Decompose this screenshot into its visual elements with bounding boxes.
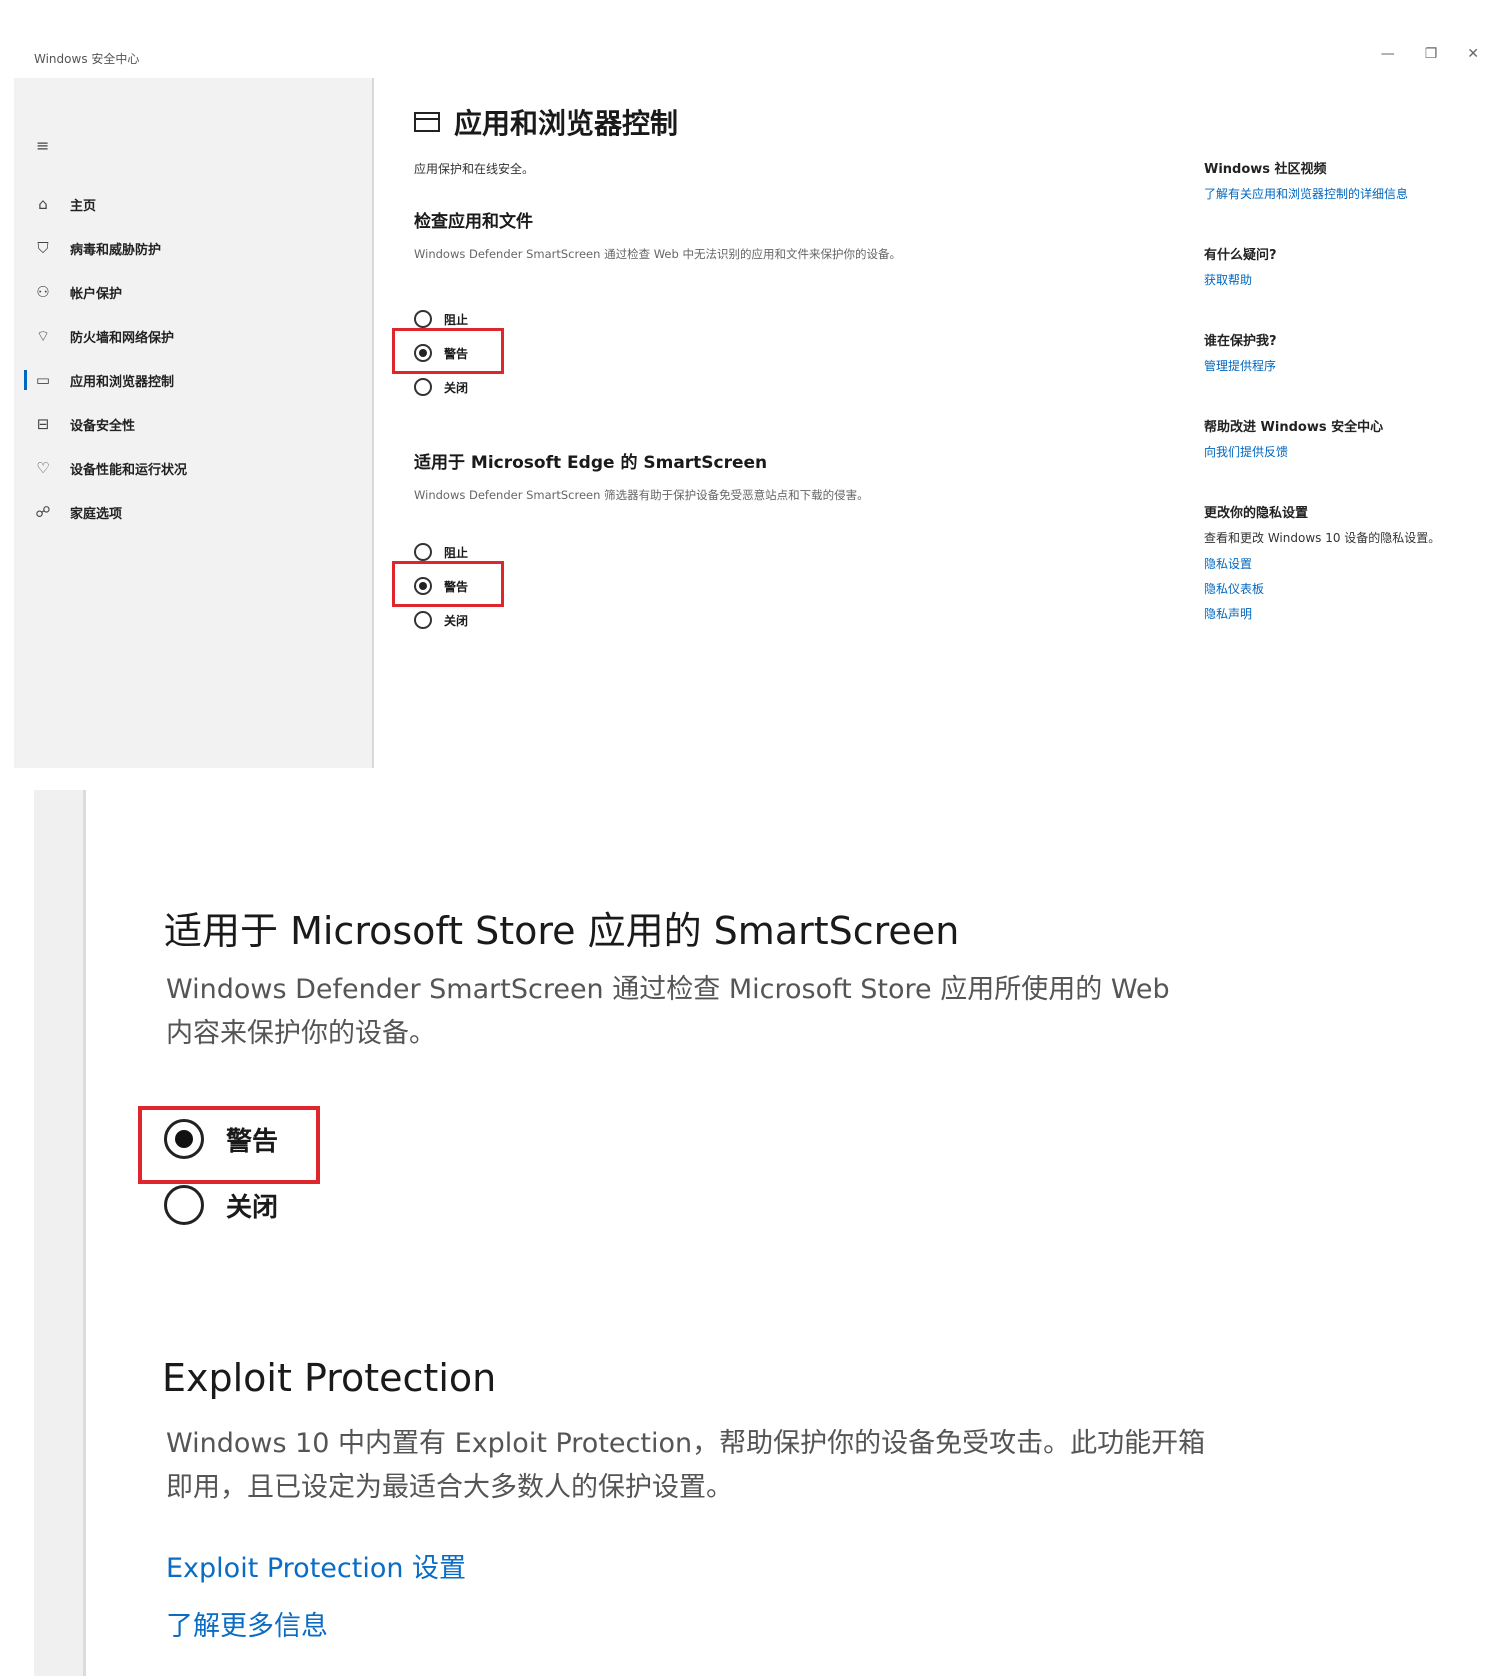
security-center-window: Windows 安全中心 — ❐ ✕ ≡ ⌂ 主页 ⛉ 病毒和威胁防护 ⚇ 帐户…	[0, 0, 1499, 770]
radio-group: 阻止 警告 关闭	[392, 302, 1194, 404]
exploit-protection-heading: Exploit Protection	[162, 1356, 497, 1400]
page-title: 应用和浏览器控制	[454, 107, 679, 140]
sidebar-item-virus-protection[interactable]: ⛉ 病毒和威胁防护	[32, 226, 362, 270]
aside-link[interactable]: 隐私仪表板	[1204, 580, 1474, 597]
radio-off[interactable]: 关闭	[414, 603, 1194, 637]
laptop-icon: ⊟	[36, 415, 50, 433]
shield-icon: ⛉	[37, 239, 49, 257]
person-icon: ⚇	[36, 283, 50, 301]
section-heading: 检查应用和文件	[414, 212, 533, 232]
aside-link[interactable]: 隐私声明	[1204, 605, 1474, 622]
sidebar-item-label: 设备安全性	[70, 418, 136, 434]
radio-label: 警告	[444, 579, 469, 594]
close-button[interactable]: ✕	[1467, 46, 1479, 62]
store-smartscreen-description: Windows Defender SmartScreen 通过检查 Micros…	[166, 974, 1170, 1049]
radio-warn[interactable]: 警告	[414, 569, 1194, 603]
aside-group-privacy: 更改你的隐私设置 查看和更改 Windows 10 设备的隐私设置。 隐私设置 …	[1204, 502, 1474, 622]
sidebar-item-firewall[interactable]: ⌔ 防火墙和网络保护	[32, 314, 362, 358]
sidebar-item-account-protection[interactable]: ⚇ 帐户保护	[32, 270, 362, 314]
aside-heading: 更改你的隐私设置	[1204, 506, 1309, 521]
radio-off[interactable]: 关闭	[414, 370, 1194, 404]
exploit-protection-settings-link[interactable]: Exploit Protection 设置	[166, 1546, 466, 1585]
aside-link[interactable]: 获取帮助	[1204, 271, 1474, 288]
section-description: Windows Defender SmartScreen 筛选器有助于保护设备免…	[414, 488, 869, 502]
radio-label: 关闭	[226, 1192, 279, 1223]
aside-heading: 谁在保护我?	[1204, 334, 1277, 349]
radio-circle[interactable]	[164, 1185, 204, 1225]
heart-icon: ♡	[36, 459, 50, 477]
right-panel: Windows 社区视频 了解有关应用和浏览器控制的详细信息 有什么疑问? 获取…	[1204, 158, 1474, 664]
radio-group: 阻止 警告 关闭	[392, 535, 1194, 637]
aside-link[interactable]: 隐私设置	[1204, 555, 1474, 572]
aside-heading: 帮助改进 Windows 安全中心	[1204, 420, 1384, 435]
radio-block[interactable]: 阻止	[414, 302, 1194, 336]
aside-group-providers: 谁在保护我? 管理提供程序	[1204, 330, 1474, 374]
zoomed-view: 适用于 Microsoft Store 应用的 SmartScreen Wind…	[0, 790, 1499, 1676]
section-edge-smartscreen: 适用于 Microsoft Edge 的 SmartScreen Windows…	[392, 448, 1194, 637]
aside-group-feedback: 帮助改进 Windows 安全中心 向我们提供反馈	[1204, 416, 1474, 460]
radio-circle[interactable]	[414, 344, 432, 362]
aside-link[interactable]: 向我们提供反馈	[1204, 443, 1474, 460]
window-title: Windows 安全中心	[34, 52, 140, 66]
minimize-button[interactable]: —	[1381, 46, 1395, 62]
radio-label: 阻止	[444, 312, 469, 327]
sidebar-item-device-health[interactable]: ♡ 设备性能和运行状况	[32, 446, 362, 490]
store-smartscreen-heading: 适用于 Microsoft Store 应用的 SmartScreen	[164, 909, 960, 953]
sidebar-rail	[34, 790, 86, 1676]
sidebar-item-label: 应用和浏览器控制	[70, 374, 175, 390]
learn-more-link[interactable]: 了解更多信息	[166, 1604, 328, 1643]
sidebar-item-family-options[interactable]: ☍ 家庭选项	[32, 490, 362, 534]
sidebar-item-device-security[interactable]: ⊟ 设备安全性	[32, 402, 362, 446]
section-check-apps: 检查应用和文件 Windows Defender SmartScreen 通过检…	[392, 207, 1194, 404]
family-icon: ☍	[35, 503, 51, 521]
aside-group-videos: Windows 社区视频 了解有关应用和浏览器控制的详细信息	[1204, 158, 1474, 202]
aside-heading: 有什么疑问?	[1204, 248, 1277, 263]
sidebar-item-label: 设备性能和运行状况	[70, 462, 188, 478]
app-window-icon	[414, 112, 440, 132]
page-subtitle: 应用保护和在线安全。	[414, 162, 535, 176]
maximize-button[interactable]: ❐	[1425, 46, 1438, 62]
radio-circle[interactable]	[414, 543, 432, 561]
radio-label: 阻止	[444, 545, 469, 560]
home-icon: ⌂	[38, 195, 48, 213]
sidebar-nav: ⌂ 主页 ⛉ 病毒和威胁防护 ⚇ 帐户保护 ⌔ 防火墙和网络保护 ▭ 应用和浏览…	[24, 182, 362, 534]
sidebar-item-label: 主页	[70, 198, 97, 214]
radio-circle[interactable]	[414, 378, 432, 396]
radio-label: 警告	[444, 346, 469, 361]
sidebar-item-label: 帐户保护	[70, 286, 123, 302]
section-heading: 适用于 Microsoft Edge 的 SmartScreen	[414, 453, 768, 473]
hamburger-icon[interactable]: ≡	[36, 136, 49, 155]
aside-heading: Windows 社区视频	[1204, 162, 1327, 177]
sidebar-item-label: 防火墙和网络保护	[70, 330, 175, 346]
highlight-box	[138, 1106, 320, 1184]
radio-circle[interactable]	[414, 611, 432, 629]
radio-label: 关闭	[444, 380, 469, 395]
sidebar-item-app-browser-control[interactable]: ▭ 应用和浏览器控制	[24, 358, 362, 402]
sidebar-item-label: 家庭选项	[70, 506, 123, 522]
aside-link[interactable]: 管理提供程序	[1204, 357, 1474, 374]
radio-circle[interactable]	[414, 310, 432, 328]
section-description: Windows Defender SmartScreen 通过检查 Web 中无…	[414, 247, 901, 261]
sidebar-item-home[interactable]: ⌂ 主页	[32, 182, 362, 226]
page-header: 应用和浏览器控制	[414, 102, 1194, 142]
sidebar-item-label: 病毒和威胁防护	[70, 242, 162, 258]
main-content: 应用和浏览器控制 应用保护和在线安全。 检查应用和文件 Windows Defe…	[392, 102, 1194, 637]
radio-warn[interactable]: 警告	[414, 336, 1194, 370]
aside-text: 查看和更改 Windows 10 设备的隐私设置。	[1204, 531, 1441, 545]
sidebar: ≡ ⌂ 主页 ⛉ 病毒和威胁防护 ⚇ 帐户保护 ⌔ 防火墙和网络保护 ▭ 应用和…	[14, 78, 374, 768]
radio-circle[interactable]	[414, 577, 432, 595]
window-controls: — ❐ ✕	[1381, 46, 1479, 62]
exploit-protection-description: Windows 10 中内置有 Exploit Protection，帮助保护你…	[166, 1428, 1206, 1503]
radio-block[interactable]: 阻止	[414, 535, 1194, 569]
aside-link[interactable]: 了解有关应用和浏览器控制的详细信息	[1204, 185, 1474, 202]
app-window-icon: ▭	[35, 371, 51, 389]
aside-group-help: 有什么疑问? 获取帮助	[1204, 244, 1474, 288]
wifi-icon: ⌔	[35, 326, 51, 345]
radio-label: 关闭	[444, 613, 469, 628]
